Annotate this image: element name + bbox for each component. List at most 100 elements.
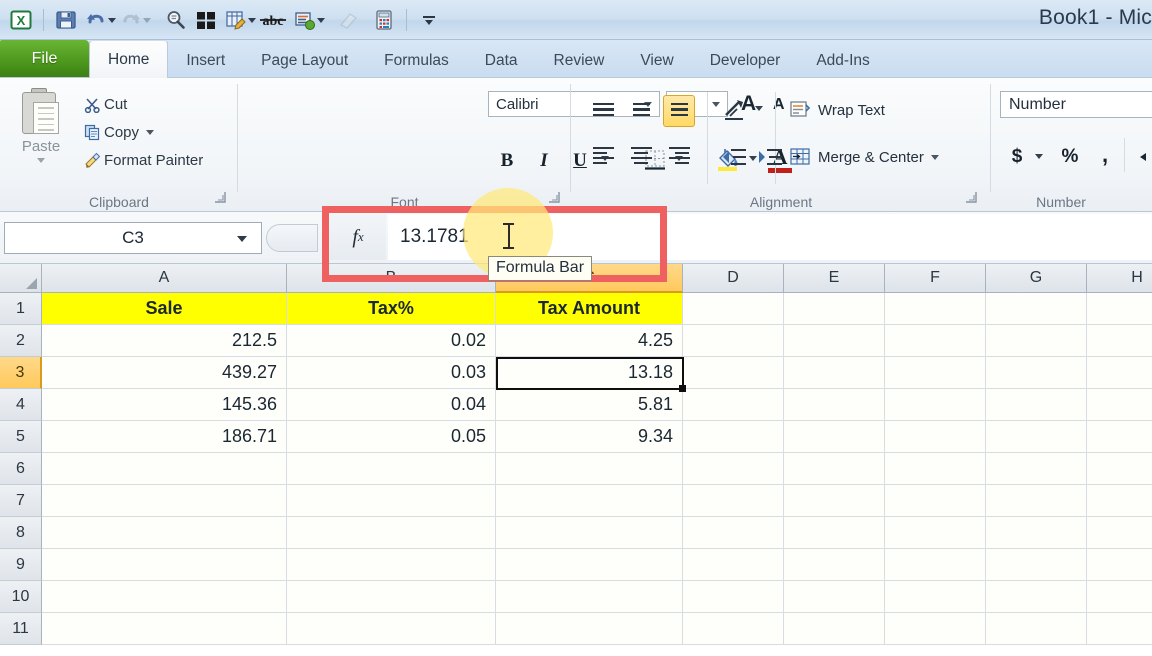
tab-add-ins[interactable]: Add-Ins: [798, 45, 887, 77]
comma-style-button[interactable]: ,: [1094, 142, 1116, 168]
new-sheet-icon[interactable]: [221, 5, 251, 35]
copy-dropdown-caret-icon[interactable]: [146, 129, 155, 135]
formula-bar-expand-pill[interactable]: [266, 224, 318, 252]
cell-B7[interactable]: [287, 485, 496, 517]
cell-G5[interactable]: [986, 421, 1087, 453]
cell-E10[interactable]: [784, 581, 885, 613]
column-header-G[interactable]: G: [986, 264, 1087, 293]
column-header-F[interactable]: F: [885, 264, 986, 293]
cell-A11[interactable]: [42, 613, 287, 645]
cell-F4[interactable]: [885, 389, 986, 421]
cell-B5[interactable]: 0.05: [287, 421, 496, 453]
tab-file[interactable]: File: [0, 40, 89, 77]
cell-A6[interactable]: [42, 453, 287, 485]
cell-D3[interactable]: [683, 357, 784, 389]
row-header-9[interactable]: 9: [0, 549, 42, 581]
align-top-button[interactable]: [589, 98, 617, 124]
percent-style-button[interactable]: %: [1057, 144, 1083, 170]
cell-G1[interactable]: [986, 293, 1087, 325]
excel-logo-icon[interactable]: X: [6, 5, 36, 35]
cell-B2[interactable]: 0.02: [287, 325, 496, 357]
cell-E2[interactable]: [784, 325, 885, 357]
cell-D5[interactable]: [683, 421, 784, 453]
cell-H1[interactable]: [1087, 293, 1152, 325]
cell-F5[interactable]: [885, 421, 986, 453]
cell-H2[interactable]: [1087, 325, 1152, 357]
cell-C1[interactable]: Tax Amount: [496, 293, 683, 325]
column-header-D[interactable]: D: [683, 264, 784, 293]
cell-C5[interactable]: 9.34: [496, 421, 683, 453]
cell-C4[interactable]: 5.81: [496, 389, 683, 421]
print-preview-icon[interactable]: [161, 5, 191, 35]
row-header-2[interactable]: 2: [0, 325, 42, 357]
cell-C11[interactable]: [496, 613, 683, 645]
cell-E9[interactable]: [784, 549, 885, 581]
cell-A4[interactable]: 145.36: [42, 389, 287, 421]
cell-F3[interactable]: [885, 357, 986, 389]
cell-B10[interactable]: [287, 581, 496, 613]
bold-button[interactable]: B: [494, 148, 520, 174]
decrease-indent-button[interactable]: [719, 144, 749, 170]
cell-G3[interactable]: [986, 357, 1087, 389]
cell-D10[interactable]: [683, 581, 784, 613]
cell-H10[interactable]: [1087, 581, 1152, 613]
formula-bar-input[interactable]: 13.1781: [388, 214, 664, 260]
cell-F7[interactable]: [885, 485, 986, 517]
cell-A1[interactable]: Sale: [42, 293, 287, 325]
quick-print-icon[interactable]: [191, 5, 221, 35]
cell-C9[interactable]: [496, 549, 683, 581]
name-box[interactable]: C3: [4, 222, 262, 254]
row-header-10[interactable]: 10: [0, 581, 42, 613]
cell-G4[interactable]: [986, 389, 1087, 421]
row-header-11[interactable]: 11: [0, 613, 42, 645]
cell-F2[interactable]: [885, 325, 986, 357]
tab-data[interactable]: Data: [467, 45, 536, 77]
cell-F8[interactable]: [885, 517, 986, 549]
paste-dropdown-caret-icon[interactable]: [37, 158, 45, 163]
cell-E8[interactable]: [784, 517, 885, 549]
row-header-4[interactable]: 4: [0, 389, 42, 421]
cell-A5[interactable]: 186.71: [42, 421, 287, 453]
increase-decimal-button[interactable]: [1133, 144, 1152, 170]
tab-review[interactable]: Review: [536, 45, 623, 77]
align-center-button[interactable]: [627, 144, 655, 170]
align-right-button[interactable]: [665, 144, 693, 170]
cell-C10[interactable]: [496, 581, 683, 613]
alignment-dialog-launcher-icon[interactable]: [965, 191, 978, 207]
align-middle-button[interactable]: [627, 98, 655, 124]
increase-indent-button[interactable]: [755, 144, 785, 170]
column-header-A[interactable]: A: [42, 264, 287, 293]
cut-button[interactable]: Cut: [80, 90, 203, 118]
sort-filter-icon[interactable]: [290, 5, 320, 35]
select-all-corner[interactable]: [0, 264, 42, 293]
cell-G9[interactable]: [986, 549, 1087, 581]
row-header-3[interactable]: 3: [0, 357, 42, 389]
insert-function-button[interactable]: fx: [330, 214, 386, 260]
cell-G11[interactable]: [986, 613, 1087, 645]
cell-B9[interactable]: [287, 549, 496, 581]
strikethrough-icon[interactable]: abc: [256, 5, 290, 35]
column-header-H[interactable]: H: [1087, 264, 1152, 293]
cell-A7[interactable]: [42, 485, 287, 517]
cell-G6[interactable]: [986, 453, 1087, 485]
align-left-button[interactable]: [589, 144, 617, 170]
name-box-caret-icon[interactable]: [237, 236, 247, 242]
tab-page-layout[interactable]: Page Layout: [243, 45, 366, 77]
cell-B11[interactable]: [287, 613, 496, 645]
cell-D7[interactable]: [683, 485, 784, 517]
cell-D2[interactable]: [683, 325, 784, 357]
tab-developer[interactable]: Developer: [692, 45, 799, 77]
save-icon[interactable]: [51, 5, 81, 35]
wrap-text-button[interactable]: Wrap Text: [789, 96, 885, 124]
customize-toolbar-icon[interactable]: [414, 5, 444, 35]
cell-F11[interactable]: [885, 613, 986, 645]
currency-dropdown-caret-icon[interactable]: [1035, 154, 1043, 159]
cell-E7[interactable]: [784, 485, 885, 517]
cell-G7[interactable]: [986, 485, 1087, 517]
cell-F6[interactable]: [885, 453, 986, 485]
cell-E3[interactable]: [784, 357, 885, 389]
orientation-dropdown-caret-icon[interactable]: [755, 106, 763, 111]
copy-button[interactable]: Copy: [80, 118, 203, 146]
cell-G10[interactable]: [986, 581, 1087, 613]
cell-C6[interactable]: [496, 453, 683, 485]
